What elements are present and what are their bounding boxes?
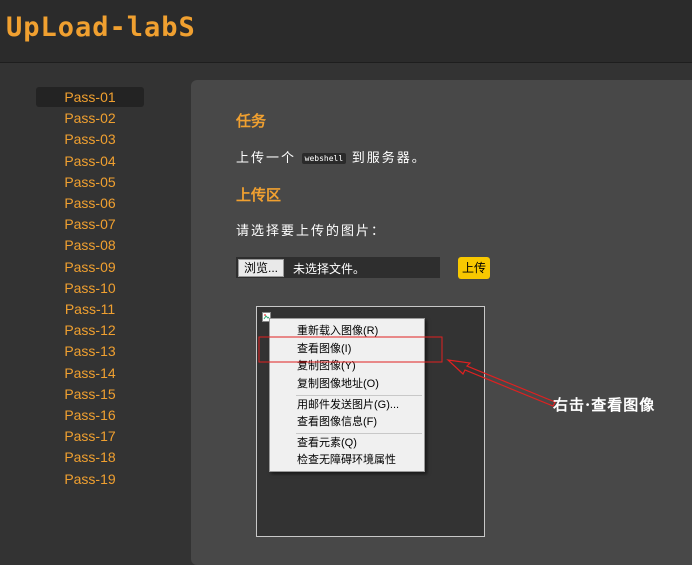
annotation-text: 右击·查看图像 (553, 396, 656, 414)
annotation-overlay (258, 336, 556, 407)
annotation-arrow (446, 359, 556, 407)
highlight-box (258, 336, 443, 363)
